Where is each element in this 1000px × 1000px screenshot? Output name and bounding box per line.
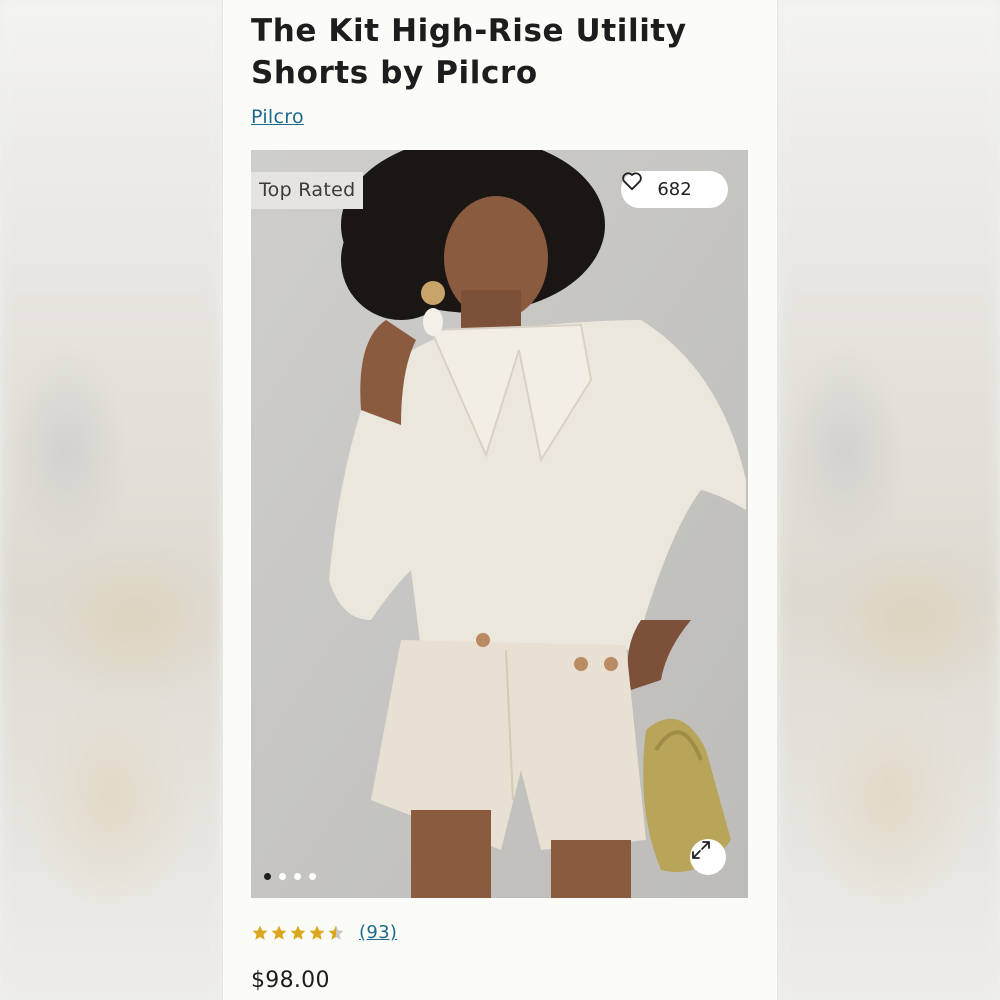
gallery-pagination bbox=[264, 873, 316, 880]
expand-image-button[interactable] bbox=[690, 839, 726, 875]
product-photo bbox=[251, 150, 748, 898]
gallery-dot[interactable] bbox=[264, 873, 271, 880]
background-blur-left bbox=[0, 0, 222, 1000]
review-count-link[interactable]: (93) bbox=[359, 922, 397, 943]
star-icon bbox=[290, 925, 306, 940]
brand-link[interactable]: Pilcro bbox=[251, 106, 304, 128]
top-rated-badge: Top Rated bbox=[251, 172, 364, 209]
expand-arrows-icon bbox=[692, 841, 710, 859]
star-icon bbox=[309, 925, 325, 940]
star-icon bbox=[252, 925, 268, 940]
star-icon bbox=[271, 925, 287, 940]
gallery-dot[interactable] bbox=[294, 873, 301, 880]
product-panel: The Kit High-Rise Utility Shorts by Pilc… bbox=[222, 0, 778, 1000]
like-button[interactable]: 682 bbox=[621, 171, 728, 208]
star-icon bbox=[328, 925, 344, 940]
background-blur-right bbox=[778, 0, 1000, 1000]
heart-outline-icon bbox=[622, 172, 642, 191]
rating-row: (93) bbox=[251, 922, 397, 943]
gallery-dot[interactable] bbox=[309, 873, 316, 880]
product-image-gallery[interactable]: Top Rated 682 bbox=[251, 150, 748, 898]
product-price: $98.00 bbox=[251, 968, 330, 993]
star-rating bbox=[251, 924, 345, 942]
product-title: The Kit High-Rise Utility Shorts by Pilc… bbox=[251, 13, 687, 91]
gallery-dot[interactable] bbox=[279, 873, 286, 880]
like-count: 682 bbox=[657, 179, 692, 200]
